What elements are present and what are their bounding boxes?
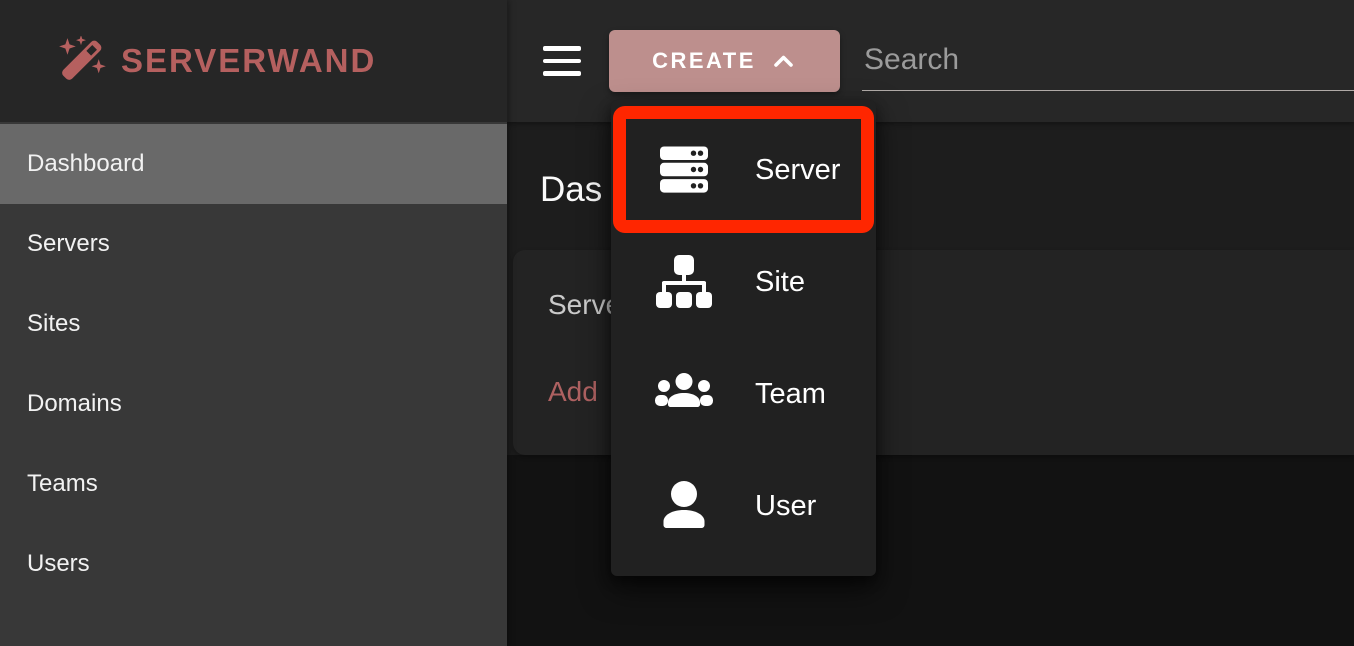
sidebar-item-label: Domains bbox=[27, 390, 122, 418]
menu-item-label: Site bbox=[755, 266, 805, 299]
menu-item-server[interactable]: Server bbox=[611, 114, 876, 226]
page-title: Das bbox=[540, 170, 602, 210]
sidebar-item-label: Teams bbox=[27, 470, 98, 498]
search-input[interactable] bbox=[862, 32, 1354, 91]
create-dropdown-menu: Server Site bbox=[611, 100, 876, 576]
hamburger-icon bbox=[543, 46, 581, 76]
sidebar-item-servers[interactable]: Servers bbox=[0, 204, 507, 284]
sidebar-item-dashboard[interactable]: Dashboard bbox=[0, 124, 507, 204]
menu-item-label: Team bbox=[755, 378, 826, 411]
menu-item-team[interactable]: Team bbox=[611, 338, 876, 450]
chevron-up-icon bbox=[770, 50, 797, 72]
sidebar-item-label: Sites bbox=[27, 310, 80, 338]
brand-logo[interactable]: SERVERWAND bbox=[0, 0, 507, 122]
team-icon bbox=[655, 366, 713, 422]
sidebar-item-teams[interactable]: Teams bbox=[0, 444, 507, 524]
sidebar-item-sites[interactable]: Sites bbox=[0, 284, 507, 364]
brand-name: SERVERWAND bbox=[121, 42, 376, 80]
sidebar-item-domains[interactable]: Domains bbox=[0, 364, 507, 444]
sidebar: SERVERWAND Dashboard Servers Sites Domai… bbox=[0, 0, 507, 646]
user-icon bbox=[655, 478, 713, 534]
sidebar-item-label: Users bbox=[27, 550, 90, 578]
sidebar-item-label: Dashboard bbox=[27, 150, 144, 178]
menu-toggle-button[interactable] bbox=[537, 39, 587, 83]
create-button[interactable]: CREATE bbox=[609, 30, 840, 92]
add-link[interactable]: Add bbox=[548, 376, 598, 408]
sidebar-item-label: Servers bbox=[27, 230, 110, 258]
menu-item-user[interactable]: User bbox=[611, 450, 876, 562]
sidebar-nav: Dashboard Servers Sites Domains Teams Us… bbox=[0, 124, 507, 604]
menu-item-label: User bbox=[755, 490, 816, 523]
create-button-label: CREATE bbox=[652, 48, 756, 74]
magic-wand-icon bbox=[56, 36, 106, 86]
menu-item-site[interactable]: Site bbox=[611, 226, 876, 338]
menu-item-label: Server bbox=[755, 154, 840, 187]
sidebar-item-users[interactable]: Users bbox=[0, 524, 507, 604]
server-icon bbox=[655, 142, 713, 198]
site-icon bbox=[655, 254, 713, 310]
